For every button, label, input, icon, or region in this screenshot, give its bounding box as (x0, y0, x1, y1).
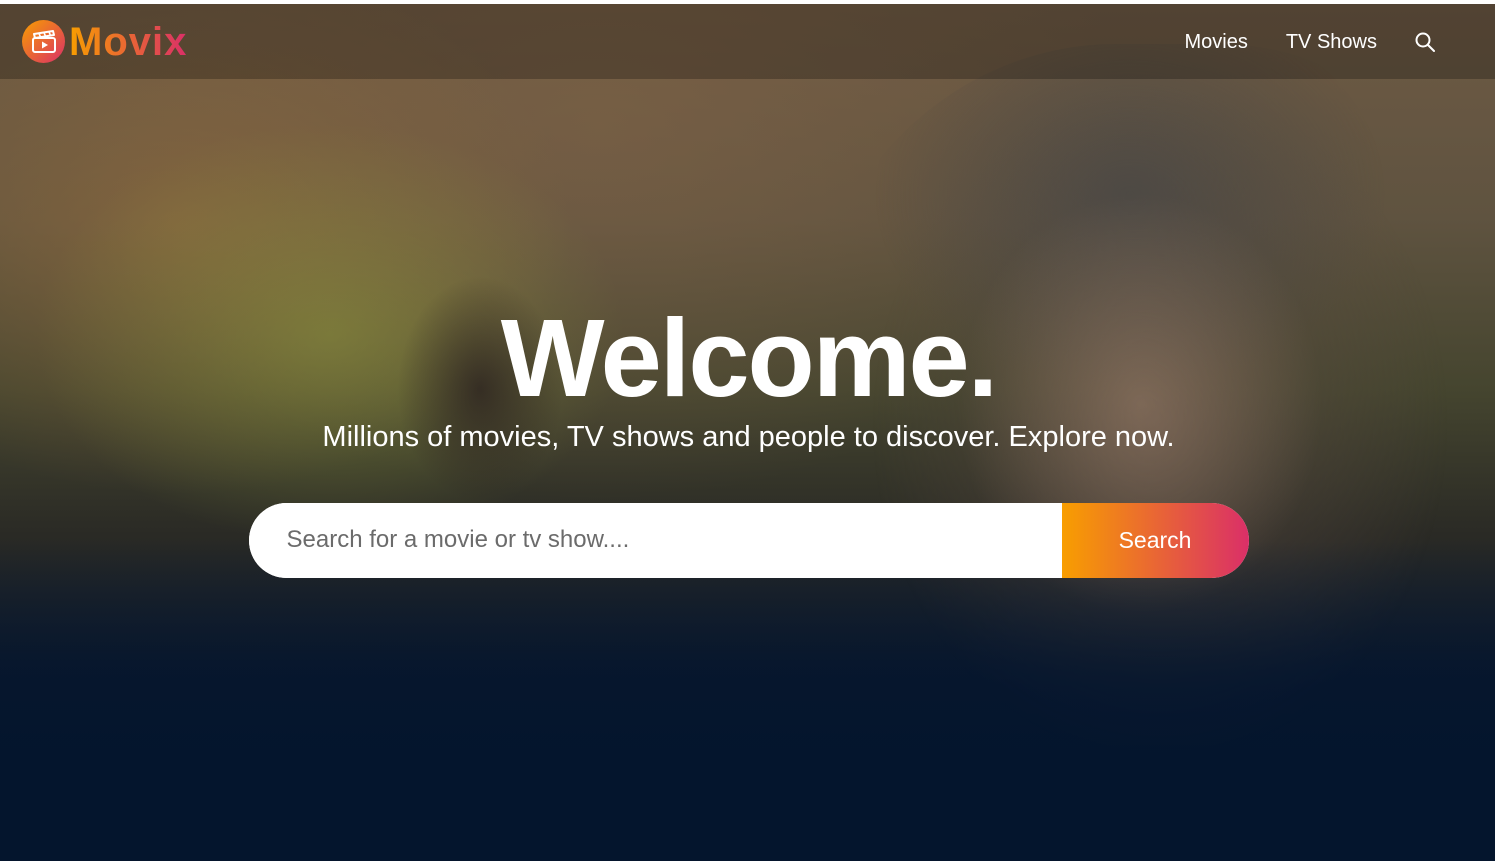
backdrop-bottom-fade (0, 541, 1497, 861)
clapperboard-play-icon (22, 20, 65, 63)
main-nav: Movies TV Shows (1184, 31, 1437, 53)
hero-subtitle: Millions of movies, TV shows and people … (322, 421, 1175, 453)
nav-item-tv-shows[interactable]: TV Shows (1286, 32, 1377, 52)
hero-title: Welcome. (500, 297, 998, 420)
site-header: Movix Movies TV Shows (0, 4, 1497, 79)
nav-item-movies[interactable]: Movies (1184, 32, 1247, 52)
brand-name: Movix (69, 19, 188, 64)
search-input[interactable] (248, 502, 1062, 578)
app-viewport: Movix Movies TV Shows Welcome. Millions … (0, 4, 1497, 861)
search-button[interactable]: Search (1061, 502, 1249, 578)
brand-logo[interactable]: Movix (22, 20, 187, 63)
hero-search-bar: Search (248, 502, 1249, 578)
search-icon[interactable] (1415, 31, 1437, 53)
hero-section: Welcome. Millions of movies, TV shows an… (0, 304, 1497, 578)
